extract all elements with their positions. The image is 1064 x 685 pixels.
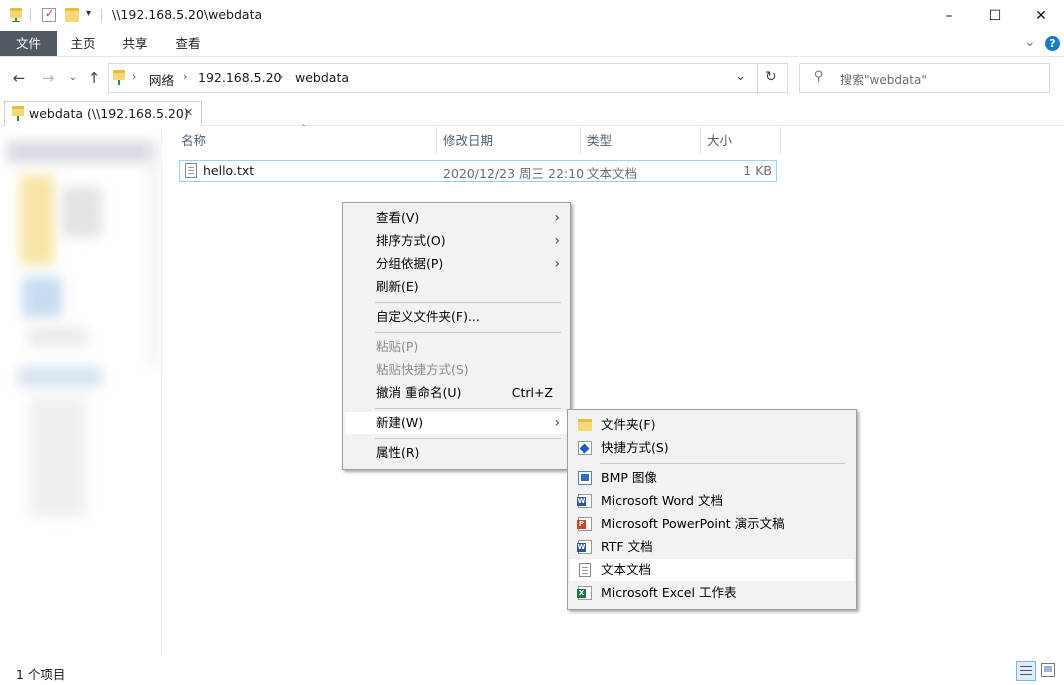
ribbon-expand-icon[interactable]: ⌄ — [1024, 34, 1036, 50]
title-bar: ✓ ▾ \\192.168.5.20\webdata – ☐ ✕ — [0, 0, 1064, 31]
menu-item-paste[interactable]: 粘贴(P) — [345, 336, 568, 358]
menu-item-undo-rename[interactable]: 撤消 重命名(U) Ctrl+Z — [345, 382, 568, 404]
breadcrumb-host[interactable]: 192.168.5.20 — [198, 70, 282, 85]
menu-separator — [375, 302, 561, 303]
status-bar: 1 个项目 — [0, 657, 1064, 685]
new-shortcut-item[interactable]: 快捷方式(S) — [570, 437, 854, 459]
details-view-icon[interactable] — [1016, 661, 1036, 681]
menu-item-sort[interactable]: 排序方式(O) › — [345, 230, 568, 252]
menu-separator — [375, 438, 561, 439]
breadcrumb-webdata[interactable]: webdata — [295, 70, 349, 85]
network-folder-icon — [12, 106, 24, 122]
tab-label: webdata (\\192.168.5.20) — [29, 106, 189, 121]
breadcrumb-separator-icon: › — [279, 70, 284, 83]
new-word-item[interactable]: W Microsoft Word 文档 — [570, 490, 854, 512]
properties-checkmark-icon[interactable]: ✓ — [42, 7, 56, 22]
address-bar[interactable]: › 网络 › 192.168.5.20 › webdata ⌄ ↻ — [108, 63, 788, 93]
tab-webdata[interactable]: webdata (\\192.168.5.20) ✕ — [4, 101, 202, 126]
customize-toolbar-dropdown-icon[interactable]: ▾ — [86, 8, 91, 19]
back-arrow-icon[interactable]: ← — [9, 67, 29, 89]
tab-strip: webdata (\\192.168.5.20) ✕ — [0, 100, 1064, 126]
window-title: \\192.168.5.20\webdata — [112, 7, 263, 22]
excel-icon: X — [577, 586, 592, 600]
text-file-icon — [185, 163, 197, 178]
tab-share[interactable]: 共享 — [112, 31, 158, 56]
bmp-image-icon — [578, 471, 592, 485]
new-rtf-item[interactable]: W RTF 文档 — [570, 536, 854, 558]
menu-separator — [375, 408, 561, 409]
context-menu: 查看(V) › 排序方式(O) › 分组依据(P) › 刷新(E) 自定义文件夹(F)… — [342, 202, 571, 470]
new-submenu: 文件夹(F) 快捷方式(S) BMP 图像 W Microsoft Word 文… — [567, 409, 857, 610]
help-icon[interactable]: ? — [1045, 36, 1060, 51]
file-type: 文本文档 — [587, 166, 638, 181]
new-bmp-item[interactable]: BMP 图像 — [570, 467, 854, 489]
recent-locations-chevron-icon[interactable]: ⌄ — [63, 67, 83, 89]
breadcrumb-separator-icon: › — [132, 70, 137, 83]
close-tab-icon[interactable]: ✕ — [184, 106, 193, 119]
rtf-document-icon: W — [577, 540, 592, 554]
new-folder-item[interactable]: 文件夹(F) — [570, 414, 854, 436]
text-document-icon — [579, 563, 591, 577]
shortcut-icon — [578, 441, 592, 455]
search-placeholder: 搜索"webdata" — [840, 73, 927, 87]
menu-item-view[interactable]: 查看(V) › — [345, 207, 568, 229]
submenu-arrow-icon: › — [554, 415, 560, 431]
ribbon-tabs: 文件 主页 共享 查看 ⌄ ? — [0, 31, 1064, 57]
minimize-button[interactable]: – — [926, 0, 972, 31]
maximize-button[interactable]: ☐ — [972, 0, 1018, 31]
network-folder-icon — [9, 8, 23, 22]
new-powerpoint-item[interactable]: P Microsoft PowerPoint 演示文稿 — [570, 513, 854, 535]
network-location-icon — [113, 70, 125, 86]
column-header-size[interactable]: 大小 — [701, 127, 781, 154]
new-text-document-item[interactable]: 文本文档 — [570, 559, 854, 581]
navigation-pane[interactable] — [0, 127, 162, 657]
address-dropdown-icon[interactable]: ⌄ — [735, 69, 746, 84]
menu-separator — [600, 463, 845, 464]
tab-view[interactable]: 查看 — [165, 31, 211, 56]
breadcrumb-separator-icon: › — [183, 70, 188, 83]
up-arrow-icon[interactable]: ↑ — [84, 67, 104, 89]
folder-icon — [578, 419, 592, 431]
tab-home[interactable]: 主页 — [60, 31, 106, 56]
menu-item-customize-folder[interactable]: 自定义文件夹(F)... — [345, 306, 568, 328]
forward-arrow-icon[interactable]: → — [38, 67, 58, 89]
menu-item-properties[interactable]: 属性(R) — [345, 442, 568, 464]
new-excel-item[interactable]: X Microsoft Excel 工作表 — [570, 582, 854, 604]
powerpoint-icon: P — [577, 517, 592, 531]
submenu-arrow-icon: › — [554, 256, 560, 272]
search-input[interactable]: ⚲ 搜索"webdata" — [799, 63, 1050, 93]
menu-item-new[interactable]: 新建(W) › — [345, 412, 568, 434]
file-date: 2020/12/23 周三 22:10 — [443, 166, 585, 181]
menu-item-group[interactable]: 分组依据(P) › — [345, 253, 568, 275]
file-size: 1 KB — [743, 163, 772, 178]
navigation-bar: ← → ⌄ ↑ › 网络 › 192.168.5.20 › webdata ⌄ … — [0, 62, 1064, 95]
large-icons-view-icon[interactable] — [1041, 663, 1055, 677]
column-header-type[interactable]: 类型 — [581, 127, 701, 154]
word-document-icon: W — [577, 494, 592, 508]
submenu-arrow-icon: › — [554, 210, 560, 226]
table-row[interactable]: hello.txt 2020/12/23 周三 22:10 文本文档 1 KB — [179, 160, 777, 182]
menu-separator — [375, 332, 561, 333]
menu-item-refresh[interactable]: 刷新(E) — [345, 276, 568, 298]
close-window-button[interactable]: ✕ — [1018, 0, 1064, 31]
menu-item-paste-shortcut[interactable]: 粘贴快捷方式(S) — [345, 359, 568, 381]
refresh-icon[interactable]: ↻ — [765, 69, 777, 85]
search-icon: ⚲ — [814, 69, 824, 84]
new-folder-icon[interactable] — [65, 8, 79, 22]
column-header-date[interactable]: 修改日期 — [437, 127, 581, 154]
submenu-arrow-icon: › — [554, 233, 560, 249]
tab-file[interactable]: 文件 — [0, 31, 57, 56]
column-header-name[interactable]: 名称 — [175, 127, 437, 154]
breadcrumb-network[interactable]: 网络 — [149, 70, 174, 89]
file-name: hello.txt — [203, 163, 255, 178]
item-count: 1 个项目 — [16, 667, 66, 682]
